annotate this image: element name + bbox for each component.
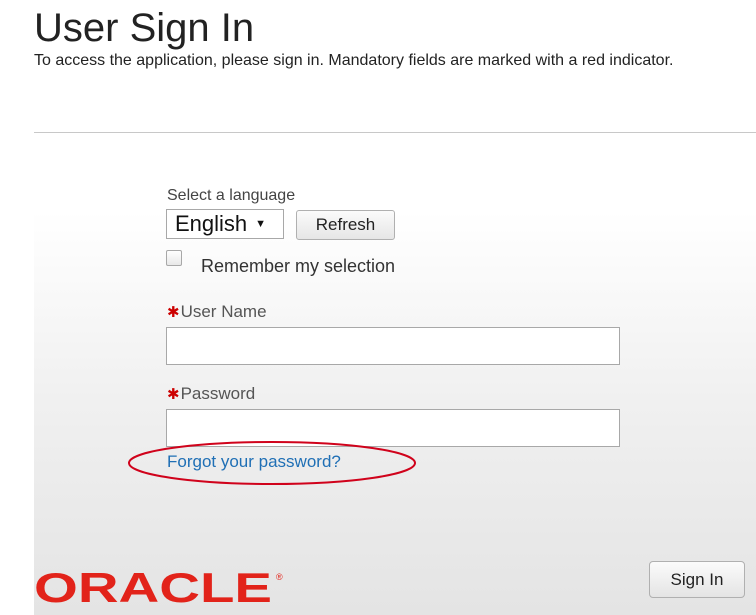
required-asterisk-icon: ✱: [167, 304, 180, 321]
forgot-password-link[interactable]: Forgot your password?: [167, 452, 341, 472]
remember-selection-label: Remember my selection: [201, 256, 396, 276]
page-title: User Sign In: [34, 6, 255, 50]
language-label: Select a language: [167, 187, 296, 204]
required-asterisk-icon: ✱: [167, 386, 180, 403]
sign-in-page: User Sign In To access the application, …: [0, 0, 756, 615]
username-label-text: User Name: [180, 302, 267, 321]
username-input[interactable]: [166, 327, 620, 365]
caret-down-icon: ▼: [255, 218, 267, 230]
language-select[interactable]: English ▼: [166, 209, 284, 239]
form-background: [34, 140, 756, 615]
password-label: ✱Password: [167, 384, 255, 404]
password-label-text: Password: [180, 384, 256, 403]
header-divider: [34, 132, 756, 133]
oracle-logo-text: ORACLE: [34, 566, 272, 608]
username-label: ✱User Name: [167, 302, 267, 322]
oracle-logo: ORACLE ®: [34, 566, 283, 608]
sign-in-button[interactable]: Sign In: [649, 561, 745, 598]
remember-selection-checkbox[interactable]: [166, 250, 182, 266]
page-subtitle: To access the application, please sign i…: [34, 52, 674, 69]
refresh-button[interactable]: Refresh: [296, 210, 395, 240]
registered-mark: ®: [276, 572, 283, 582]
language-selected-value: English: [175, 211, 248, 236]
password-input[interactable]: [166, 409, 620, 447]
